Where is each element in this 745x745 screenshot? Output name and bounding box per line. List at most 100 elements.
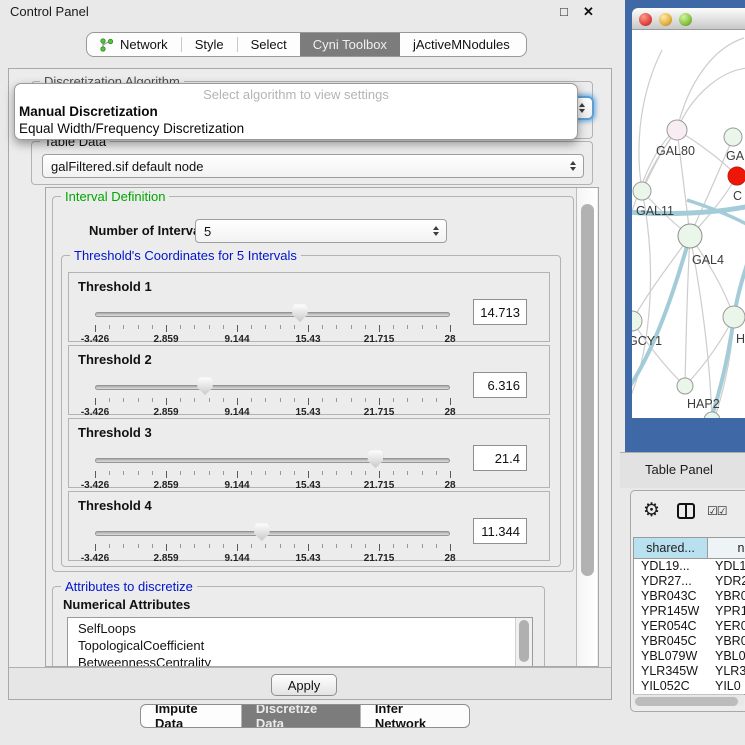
- network-edge[interactable]: [642, 130, 677, 191]
- table-settings-gear-icon[interactable]: ⚙: [643, 499, 660, 522]
- network-node-label: GCY1: [632, 334, 662, 348]
- close-panel-icon[interactable]: ✕: [583, 4, 594, 20]
- network-node-gal11[interactable]: [633, 182, 651, 200]
- threshold-value-field[interactable]: 14.713: [473, 299, 527, 325]
- slider-tick: [351, 544, 352, 548]
- slider-track[interactable]: [95, 385, 450, 390]
- popup-placeholder-item[interactable]: Select algorithm to view settings: [15, 87, 577, 102]
- close-window-button[interactable]: [639, 13, 652, 26]
- table-select-columns-icon[interactable]: ☑☑: [707, 504, 727, 518]
- slider-tick: [251, 471, 252, 475]
- network-node-c[interactable]: [728, 167, 745, 185]
- network-window-titlebar[interactable]: [632, 8, 745, 30]
- network-edge[interactable]: [632, 236, 690, 321]
- tab-select[interactable]: Select: [238, 33, 300, 56]
- threshold-value-field[interactable]: 11.344: [473, 518, 527, 544]
- table-row[interactable]: YBR043CYBR0: [634, 589, 745, 604]
- slider-thumb[interactable]: [254, 523, 270, 541]
- network-node-ga[interactable]: [724, 128, 742, 146]
- slider-tick: [95, 325, 96, 332]
- attribute-list-item[interactable]: TopologicalCoefficient: [68, 637, 532, 654]
- tab-network[interactable]: Network: [87, 33, 181, 56]
- attribute-list-item[interactable]: SelfLoops: [68, 620, 532, 637]
- slider-tick: [393, 544, 394, 548]
- table-row[interactable]: YLR345WYLR3: [634, 664, 745, 679]
- table-row[interactable]: YIL052CYIL0: [634, 679, 745, 694]
- tab-infer-network-label: Infer Network: [375, 704, 455, 728]
- threshold-slider[interactable]: -3.4262.8599.14415.4321.71528: [95, 526, 450, 560]
- numerical-attributes-list[interactable]: SelfLoopsTopologicalCoefficientBetweenne…: [67, 617, 533, 667]
- apply-button[interactable]: Apply: [271, 674, 337, 696]
- slider-track[interactable]: [95, 531, 450, 536]
- table-cell: YDR27...: [634, 574, 708, 589]
- slider-tick: [407, 544, 408, 548]
- slider-tick-label: 2.859: [153, 553, 178, 564]
- table-hscrollbar-thumb[interactable]: [635, 697, 738, 706]
- network-node-h[interactable]: [723, 306, 745, 328]
- tab-jactivemnodules[interactable]: jActiveMNodules: [400, 33, 523, 56]
- network-edge-highlighted[interactable]: [632, 236, 690, 392]
- table-row[interactable]: YBR045CYBR0: [634, 634, 745, 649]
- slider-tick: [280, 325, 281, 329]
- table-columns-icon[interactable]: [677, 503, 695, 519]
- popup-option-equal-width-frequency[interactable]: Equal Width/Frequency Discretization: [19, 121, 244, 136]
- table-row[interactable]: YBL079WYBL0: [634, 649, 745, 664]
- network-edge[interactable]: [642, 130, 677, 191]
- table-horizontal-scrollbar[interactable]: [633, 694, 744, 706]
- slider-tick-label: 15.43: [295, 553, 320, 564]
- slider-thumb[interactable]: [367, 450, 383, 468]
- network-node-hap2[interactable]: [677, 378, 693, 394]
- attribute-list-item[interactable]: BetweennessCentrality: [68, 654, 532, 667]
- node-attribute-table[interactable]: shared...na YDL19...YDL1YDR27...YDR2YBR0…: [633, 537, 745, 695]
- float-window-icon[interactable]: □: [560, 4, 568, 19]
- attributes-list-scrollbar-thumb[interactable]: [519, 620, 529, 662]
- network-node-gal80[interactable]: [667, 120, 687, 140]
- threshold-slider[interactable]: -3.4262.8599.14415.4321.71528: [95, 307, 450, 341]
- tab-impute-data[interactable]: Impute Data: [141, 705, 242, 727]
- minimize-window-button[interactable]: [659, 13, 672, 26]
- network-view-canvas[interactable]: GAL80GACGAL11GAL4GCY1HHAP2: [632, 30, 745, 418]
- zoom-window-button[interactable]: [679, 13, 692, 26]
- table-row[interactable]: YDR27...YDR2: [634, 574, 745, 589]
- network-edge[interactable]: [685, 236, 690, 386]
- table-cell: YBL0: [708, 649, 745, 664]
- slider-tick: [294, 398, 295, 402]
- table-data-combobox[interactable]: galFiltered.sif default node: [42, 154, 584, 178]
- settings-vertical-scrollbar[interactable]: [576, 188, 597, 666]
- popup-option-manual-discretization[interactable]: Manual Discretization: [19, 104, 158, 119]
- slider-tick: [393, 471, 394, 475]
- table-column-header[interactable]: na: [708, 538, 745, 558]
- threshold-label: Threshold 3: [78, 425, 152, 440]
- slider-tick: [194, 471, 195, 475]
- slider-thumb[interactable]: [197, 377, 213, 395]
- threshold-slider[interactable]: -3.4262.8599.14415.4321.71528: [95, 380, 450, 414]
- tab-cyni-toolbox[interactable]: Cyni Toolbox: [300, 33, 400, 56]
- settings-scrollbar-thumb[interactable]: [581, 204, 594, 576]
- slider-track[interactable]: [95, 312, 450, 317]
- threshold-value-field[interactable]: 6.316: [473, 372, 527, 398]
- network-edge[interactable]: [690, 236, 734, 317]
- slider-tick: [365, 325, 366, 329]
- table-row[interactable]: YPR145WYPR1: [634, 604, 745, 619]
- threshold-value-field[interactable]: 21.4: [473, 445, 527, 471]
- threshold-slider[interactable]: -3.4262.8599.14415.4321.71528: [95, 453, 450, 487]
- table-cell: YLR345W: [634, 664, 708, 679]
- network-node-gcy1[interactable]: [632, 311, 642, 331]
- table-rows-holder: YDL19...YDL1YDR27...YDR2YBR043CYBR0YPR14…: [634, 559, 745, 694]
- slider-tick: [422, 398, 423, 402]
- network-node-gal4[interactable]: [678, 224, 702, 248]
- slider-track[interactable]: [95, 458, 450, 463]
- table-row[interactable]: YDL19...YDL1: [634, 559, 745, 574]
- tab-discretize-data[interactable]: Discretize Data: [242, 705, 361, 727]
- slider-thumb[interactable]: [292, 304, 308, 322]
- slider-tick: [223, 471, 224, 475]
- attributes-list-scrollbar[interactable]: [515, 618, 532, 667]
- table-cell: YPR1: [708, 604, 745, 619]
- table-column-header[interactable]: shared...: [634, 538, 708, 558]
- tab-infer-network[interactable]: Infer Network: [361, 705, 469, 727]
- number-of-intervals-combobox[interactable]: 5: [195, 219, 447, 243]
- slider-tick: [251, 544, 252, 548]
- network-node[interactable]: [704, 412, 720, 418]
- table-row[interactable]: YER054CYER0: [634, 619, 745, 634]
- tab-style[interactable]: Style: [182, 33, 237, 56]
